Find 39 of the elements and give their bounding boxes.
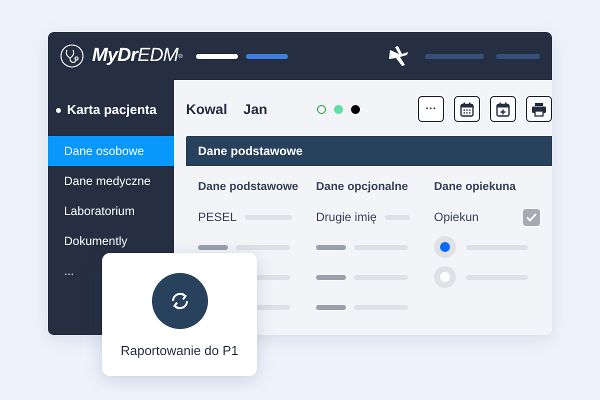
sidebar-item[interactable]: ...	[48, 256, 174, 286]
check-icon	[526, 212, 537, 222]
brand-mark-icon	[387, 45, 409, 67]
field-label: Drugie imię	[316, 209, 377, 226]
sidebar-item[interactable]: Dokumently	[48, 226, 174, 256]
placeholder-bar	[246, 54, 288, 58]
calendar-icon	[460, 102, 474, 116]
field-label: PESEL	[198, 209, 237, 226]
column-heading: Dane podstawowe	[198, 180, 300, 195]
column-heading: Dane opiekuna	[434, 180, 517, 195]
section-title: Karta pacjenta	[67, 101, 157, 120]
panel-title: Dane podstawowe	[186, 136, 552, 166]
radio-button[interactable]	[434, 266, 456, 288]
logo: MyDrEDM$^{®}$	[92, 44, 182, 68]
more-button[interactable]: ···	[418, 96, 444, 122]
last-name: Kowal	[186, 100, 228, 118]
print-icon	[531, 102, 547, 116]
placeholder-bar	[316, 304, 346, 310]
placeholder-bar	[316, 274, 346, 280]
calendar-button[interactable]	[454, 96, 480, 122]
column-heading: Dane opcjonalne	[316, 180, 410, 195]
placeholder-bar	[316, 244, 346, 250]
radio-button[interactable]	[434, 236, 456, 258]
calendar-add-button[interactable]	[490, 96, 516, 122]
sidebar-item[interactable]: Laboratorium	[48, 196, 174, 226]
print-button[interactable]	[526, 96, 552, 122]
first-name: Jan	[243, 100, 268, 118]
placeholder-bar	[198, 244, 228, 250]
stethoscope-icon	[60, 44, 84, 68]
placeholder-bar	[425, 54, 484, 58]
sidebar-item[interactable]: Dane medyczne	[48, 166, 174, 196]
checkbox[interactable]	[523, 208, 540, 226]
calendar-add-icon	[496, 102, 510, 116]
placeholder-bar	[496, 54, 540, 58]
bullet-icon	[56, 108, 61, 112]
field-label: Opiekun	[434, 209, 479, 226]
popup-label: Raportowanie do P1	[120, 342, 238, 360]
placeholder-bar	[236, 244, 290, 250]
placeholder-bar	[196, 54, 238, 58]
